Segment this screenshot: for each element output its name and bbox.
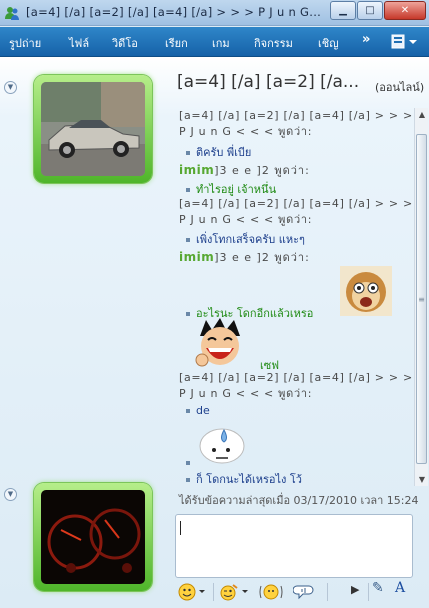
toolbar-separator	[213, 583, 214, 601]
sender-line: imim]3 e e ]2 พูดว่า:	[179, 248, 310, 266]
close-button[interactable]: ✕	[384, 1, 426, 20]
my-display-picture-frame	[34, 483, 152, 591]
emoticon-icon[interactable]	[178, 583, 208, 601]
contact-name: [a=4] [/a] [a=2] [/a...	[177, 72, 360, 92]
menu-item-invite[interactable]: เชิญ	[318, 34, 339, 52]
message	[186, 456, 196, 469]
my-display-picture[interactable]	[41, 490, 145, 584]
toolbar-separator	[368, 583, 369, 601]
message: de	[186, 404, 210, 417]
dashboard-photo-icon	[41, 490, 145, 584]
contact-display-picture[interactable]	[41, 82, 145, 176]
contact-status: (ออนไลน์)	[375, 81, 425, 94]
compose-toolbar: ▶ ✎ A	[175, 579, 415, 605]
conversation-history: [a=4] [/a] [a=2] [/a] [a=4] [/a] > > > P…	[176, 108, 416, 486]
sender-name: ]3 e e ]2 พูดว่า:	[214, 251, 310, 264]
menu-item-games[interactable]: เกม	[212, 34, 230, 52]
title-bar: [a=4] [/a] [a=2] [/a] [a=4] [/a] > > > P…	[0, 0, 429, 26]
message: เพิ่งโทกเสร็จครับ แหะๆ	[186, 230, 305, 248]
sender-line: [a=4] [/a] [a=2] [/a] [a=4] [/a] > > > P…	[179, 371, 413, 400]
menu-overflow-button[interactable]: »	[362, 32, 370, 47]
toolbar-separator	[327, 583, 328, 601]
maximize-button[interactable]: □	[357, 1, 383, 20]
nudge-icon[interactable]	[259, 583, 283, 601]
car-photo-icon	[41, 82, 145, 176]
menu-item-photos[interactable]: รูปถ่าย	[9, 34, 41, 52]
menu-item-activities[interactable]: กิจกรรม	[254, 34, 293, 52]
message-input[interactable]	[175, 514, 413, 578]
more-options-icon[interactable]: ▶	[351, 583, 363, 601]
voice-clip-icon[interactable]	[293, 583, 317, 601]
conversation-scrollbar[interactable]: ▲ ≡ ▼	[414, 108, 428, 486]
messenger-icon	[5, 7, 19, 20]
text-caret	[180, 521, 181, 535]
message-text: เพิ่งโทกเสร็จครับ แหะๆ	[196, 233, 305, 246]
window-title: [a=4] [/a] [a=2] [/a] [a=4] [/a] > > > P…	[26, 5, 322, 19]
menu-item-video[interactable]: วิดีโอ	[112, 34, 138, 52]
collapse-my-picture-button[interactable]: ▼	[4, 488, 17, 501]
shocked-monkey-emoticon	[340, 266, 392, 316]
imim-logo: imim	[179, 250, 215, 264]
sender-line: imim]3 e e ]2 พูดว่า:	[179, 161, 310, 179]
message: ก็ โดกนะได้เหรอไง โว้	[186, 470, 302, 486]
message-text: ติครับ พี่เบีย	[196, 146, 252, 159]
message-text: ก็ โดกนะได้เหรอไง โว้	[196, 473, 302, 486]
menu-bar: รูปถ่าย ไฟล์ วิดีโอ เรียก เกม กิจกรรม เช…	[0, 27, 429, 57]
message-text: ทำไรอยู่ เจ้าหนึ่น	[196, 183, 277, 196]
scroll-up-button[interactable]: ▲	[416, 108, 428, 121]
message-text: de	[196, 404, 210, 417]
collapse-contact-picture-button[interactable]: ▼	[4, 81, 17, 94]
menu-item-call[interactable]: เรียก	[165, 34, 188, 52]
imim-logo: imim	[179, 163, 215, 177]
message: ติครับ พี่เบีย	[186, 143, 251, 161]
font-icon[interactable]: A	[395, 580, 411, 598]
contact-display-picture-frame	[34, 75, 152, 183]
wink-icon[interactable]	[219, 583, 251, 601]
sender-name: ]3 e e ]2 พูดว่า:	[214, 164, 310, 177]
minimize-button[interactable]: ▁	[330, 1, 356, 20]
sweat-drop-emoticon	[199, 428, 245, 464]
scroll-thumb[interactable]: ≡	[416, 134, 427, 464]
handwriting-icon[interactable]: ✎	[372, 580, 388, 598]
laughing-face-emoticon	[195, 318, 240, 367]
tools-menu-icon[interactable]	[390, 33, 420, 51]
sender-line: [a=4] [/a] [a=2] [/a] [a=4] [/a] > > > P…	[179, 197, 413, 226]
menu-item-files[interactable]: ไฟล์	[69, 34, 89, 52]
last-received-timestamp: ได้รับข้อความล่าสุดเมื่อ 03/17/2010 เวลา…	[179, 494, 419, 507]
sender-line: [a=4] [/a] [a=2] [/a] [a=4] [/a] > > > P…	[179, 109, 413, 138]
scroll-down-button[interactable]: ▼	[416, 473, 428, 486]
